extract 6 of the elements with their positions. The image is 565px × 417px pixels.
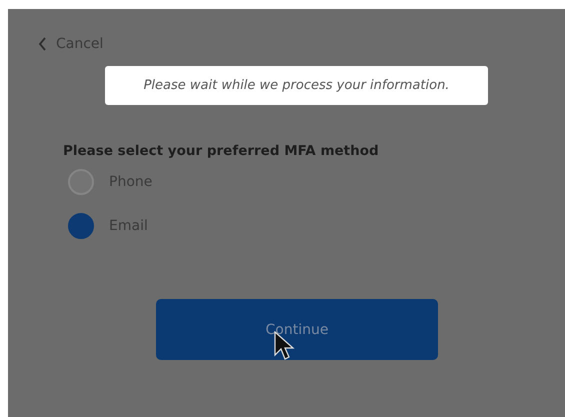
continue-button[interactable]: Continue [156, 299, 438, 360]
radio-button[interactable] [68, 213, 94, 239]
radio-button[interactable] [68, 169, 94, 195]
chevron-left-icon [38, 37, 47, 51]
mfa-heading: Please select your preferred MFA method [63, 143, 379, 159]
notice-toast: Please wait while we process your information. [105, 66, 488, 105]
